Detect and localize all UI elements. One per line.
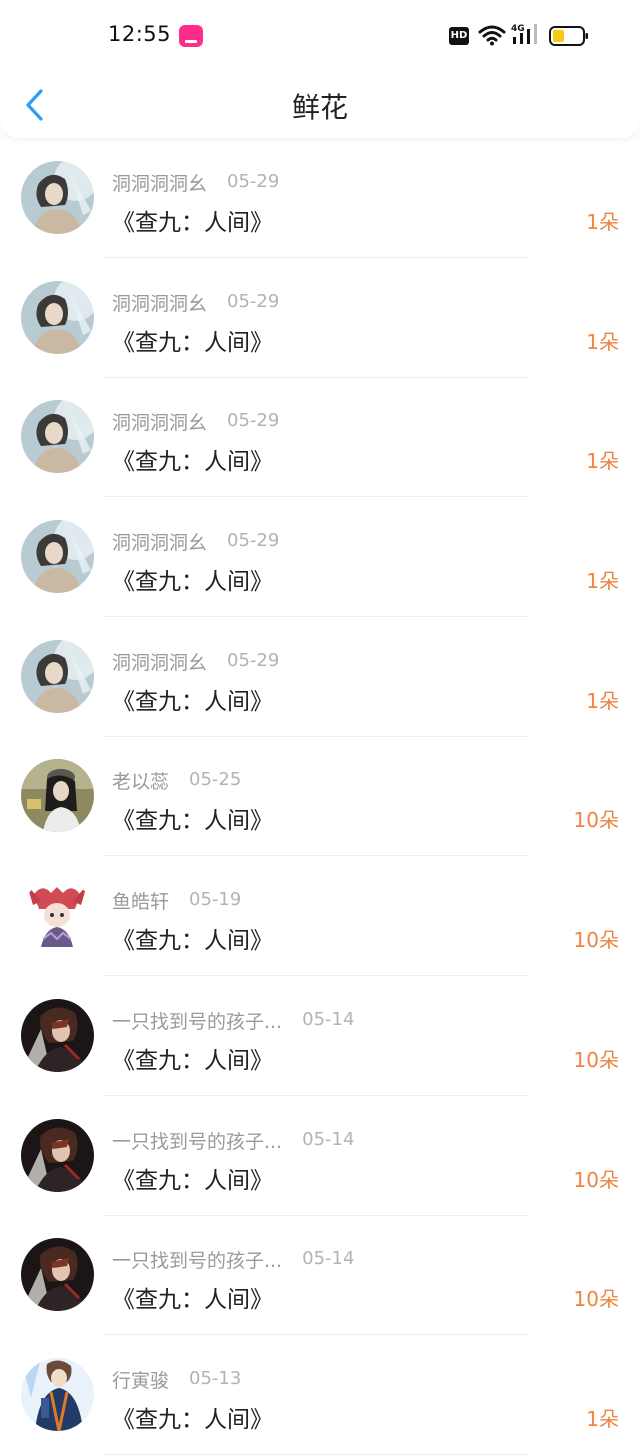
- list-item[interactable]: 洞洞洞洞幺 05-29 《查九：人间》 1朵: [0, 497, 640, 618]
- user-name[interactable]: 洞洞洞洞幺: [112, 289, 207, 316]
- avatar-red-hair-chibi-avatar-icon[interactable]: [21, 879, 94, 953]
- flower-count: 10朵: [573, 928, 619, 953]
- list-item[interactable]: 洞洞洞洞幺 05-29 《查九：人间》 1朵: [0, 138, 640, 258]
- wifi-icon: [478, 25, 506, 46]
- list-item[interactable]: 洞洞洞洞幺 05-29 《查九：人间》 1朵: [0, 377, 640, 498]
- work-title[interactable]: 《查九：人间》: [112, 562, 273, 596]
- list-item[interactable]: 一只找到号的孩子... 05-14 《查九：人间》 10朵: [0, 1096, 640, 1216]
- hd-icon: HD: [449, 27, 469, 45]
- user-name[interactable]: 洞洞洞洞幺: [112, 408, 207, 435]
- user-name[interactable]: 鱼皓轩: [112, 887, 169, 914]
- user-name[interactable]: 老以蕊: [112, 767, 169, 794]
- work-title[interactable]: 《查九：人间》: [112, 1280, 273, 1314]
- flower-count: 1朵: [586, 329, 619, 354]
- avatar-pale-girl-avatar-icon[interactable]: [21, 161, 94, 234]
- user-name[interactable]: 一只找到号的孩子...: [112, 1246, 282, 1273]
- list-item[interactable]: 一只找到号的孩子... 05-14 《查九：人间》 10朵: [0, 1215, 640, 1336]
- user-name[interactable]: 洞洞洞洞幺: [112, 648, 207, 675]
- list-item[interactable]: 洞洞洞洞幺 05-29 《查九：人间》 1朵: [0, 258, 640, 378]
- avatar-blue-jacket-avatar-icon[interactable]: [21, 1357, 94, 1431]
- user-name[interactable]: 行寅骏: [112, 1366, 169, 1393]
- record-date: 05-14: [302, 1008, 355, 1030]
- flower-record-list: 洞洞洞洞幺 05-29 《查九：人间》 1朵 洞洞洞洞幺 05-29 《查九：人间》 1朵 洞洞…: [0, 138, 640, 1455]
- avatar-dark-anime-avatar-icon[interactable]: [21, 998, 94, 1072]
- avatar-pale-girl-avatar-icon[interactable]: [21, 520, 94, 594]
- work-title[interactable]: 《查九：人间》: [112, 323, 273, 357]
- record-date: 05-13: [189, 1367, 242, 1389]
- battery-icon: [549, 26, 588, 46]
- flower-count: 1朵: [586, 688, 619, 713]
- work-title[interactable]: 《查九：人间》: [112, 1041, 273, 1075]
- avatar-dark-anime-avatar-icon[interactable]: [21, 1238, 94, 1312]
- flower-count: 1朵: [586, 569, 619, 594]
- network-type-label: 4G: [511, 24, 525, 34]
- status-bar: 12:55 HD 4G: [0, 0, 640, 72]
- user-name[interactable]: 一只找到号的孩子...: [112, 1127, 282, 1154]
- record-date: 05-29: [227, 290, 280, 312]
- record-date: 05-14: [302, 1248, 355, 1270]
- work-title[interactable]: 《查九：人间》: [112, 442, 273, 476]
- record-date: 05-19: [189, 889, 242, 911]
- avatar-pale-girl-avatar-icon[interactable]: [21, 400, 94, 474]
- page-title: 鲜花: [291, 91, 348, 124]
- avatar-photo-girl-avatar-icon[interactable]: [21, 759, 94, 833]
- list-item[interactable]: 洞洞洞洞幺 05-29 《查九：人间》 1朵: [0, 617, 640, 737]
- list-item[interactable]: 鱼皓轩 05-19 《查九：人间》 10朵: [0, 856, 640, 977]
- record-date: 05-29: [227, 410, 280, 432]
- user-name[interactable]: 洞洞洞洞幺: [112, 528, 207, 555]
- work-title[interactable]: 《查九：人间》: [112, 921, 273, 955]
- flower-count: 1朵: [586, 1406, 619, 1431]
- flower-count: 10朵: [573, 1047, 619, 1072]
- work-title[interactable]: 《查九：人间》: [112, 682, 273, 716]
- work-title[interactable]: 《查九：人间》: [112, 1161, 273, 1195]
- flower-count: 10朵: [573, 1167, 619, 1192]
- status-time: 12:55: [108, 22, 172, 46]
- user-name[interactable]: 洞洞洞洞幺: [112, 169, 207, 196]
- list-item[interactable]: 老以蕊 05-25 《查九：人间》 10朵: [0, 736, 640, 857]
- avatar-pale-girl-avatar-icon[interactable]: [21, 280, 94, 354]
- flower-count: 10朵: [573, 1287, 619, 1312]
- avatar-dark-anime-avatar-icon[interactable]: [21, 1118, 94, 1192]
- user-name[interactable]: 一只找到号的孩子...: [112, 1007, 282, 1034]
- flower-count: 1朵: [586, 449, 619, 474]
- list-item[interactable]: 一只找到号的孩子... 05-14 《查九：人间》 10朵: [0, 976, 640, 1096]
- record-date: 05-29: [227, 171, 280, 192]
- top-header: 12:55 HD 4G 鲜花: [0, 0, 640, 138]
- record-date: 05-25: [189, 769, 242, 791]
- work-title[interactable]: 《查九：人间》: [112, 801, 273, 835]
- flower-count: 10朵: [573, 808, 619, 833]
- record-date: 05-29: [227, 530, 280, 552]
- cellular-signal-icon: 4G: [511, 24, 537, 44]
- record-date: 05-29: [227, 649, 280, 671]
- list-item[interactable]: 行寅骏 05-13 《查九：人间》 1朵: [0, 1335, 640, 1455]
- avatar-pale-girl-avatar-icon[interactable]: [21, 639, 94, 713]
- flower-count: 1朵: [586, 210, 619, 234]
- work-title[interactable]: 《查九：人间》: [112, 203, 273, 237]
- app-notification-icon: [179, 25, 203, 47]
- record-date: 05-14: [302, 1128, 355, 1150]
